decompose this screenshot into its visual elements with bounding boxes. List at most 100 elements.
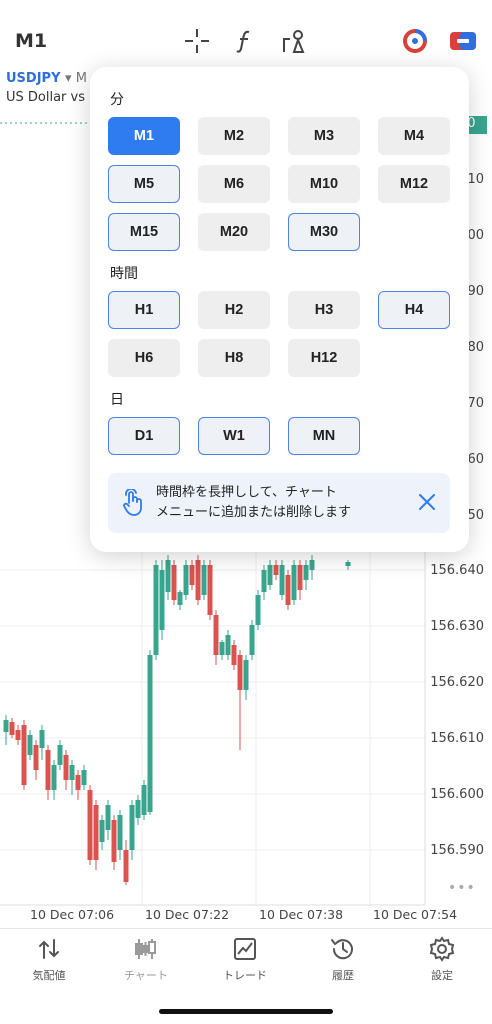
price-axis-label: 156.630 <box>430 619 484 634</box>
candle-body <box>99 820 105 842</box>
candle-body <box>135 800 141 818</box>
candle-body <box>69 765 75 780</box>
candle-body <box>225 635 231 655</box>
candle-body <box>123 850 129 882</box>
section-days-title: 日 <box>110 392 124 408</box>
timeframe-button-d1[interactable]: D1 <box>108 417 180 455</box>
candle-body <box>147 655 153 812</box>
timeframe-button-m30[interactable]: M30 <box>288 213 360 251</box>
candle-body <box>219 642 225 655</box>
timeframe-button-w1[interactable]: W1 <box>198 417 270 455</box>
candle-body <box>117 815 123 850</box>
candle-body <box>105 805 111 830</box>
timeframe-button-m10[interactable]: M10 <box>288 165 360 203</box>
timeframe-button-h1[interactable]: H1 <box>108 291 180 329</box>
candle-body <box>153 565 159 655</box>
nav-item-settings[interactable]: 設定 <box>402 935 482 983</box>
candle-body <box>243 660 249 690</box>
candle-body <box>207 565 213 615</box>
candle-body <box>279 565 285 595</box>
price-axis-label: 50 <box>467 508 484 523</box>
candle-body <box>87 790 93 860</box>
timeframe-popup: 分 M1 M2 M3 M4 M5 M6 M10 M12 M15 M20 M30 … <box>90 67 469 552</box>
timeframe-button-h2[interactable]: H2 <box>198 291 270 329</box>
candle-body <box>303 565 309 580</box>
symbol-label[interactable]: USDJPY ▾ M <box>6 71 87 86</box>
time-axis-label: 10 Dec 07:22 <box>145 907 230 922</box>
candle-body <box>39 730 45 748</box>
timeframe-button-m5[interactable]: M5 <box>108 165 180 203</box>
nav-item-quotes[interactable]: 気配値 <box>9 935 89 983</box>
timeframe-button-m20[interactable]: M20 <box>198 213 270 251</box>
candle-body <box>345 562 351 566</box>
nav-label-history: 履歴 <box>332 969 354 982</box>
price-axis-label: 80 <box>467 340 484 355</box>
candle-body <box>183 565 189 595</box>
objects-icon[interactable] <box>280 26 310 56</box>
section-minutes-title: 分 <box>110 92 124 108</box>
nav-item-chart[interactable]: チャート <box>106 935 186 983</box>
candle-body <box>195 560 201 600</box>
timeframe-button-m12[interactable]: M12 <box>378 165 450 203</box>
hint-line-1: 時間枠を長押しして、チャート <box>156 485 337 500</box>
nav-item-trade[interactable]: トレード <box>205 935 285 983</box>
candle-body <box>237 655 243 690</box>
timeframe-button-h3[interactable]: H3 <box>288 291 360 329</box>
hint-line-2: メニューに追加または削除します <box>156 505 352 520</box>
price-axis-label: 60 <box>467 452 484 467</box>
candle-body <box>21 725 27 785</box>
time-axis-label: 10 Dec 07:06 <box>30 907 115 922</box>
candle-body <box>291 565 297 600</box>
settings-icon <box>428 935 456 963</box>
timeframe-button-mn[interactable]: MN <box>288 417 360 455</box>
candle-body <box>9 722 15 735</box>
candle-body <box>273 565 279 575</box>
timeframe-button-h6[interactable]: H6 <box>108 339 180 377</box>
indicator-icon[interactable] <box>400 26 430 56</box>
candle-body <box>3 720 9 732</box>
price-axis-label: 156.640 <box>430 563 484 578</box>
timeframe-button-m6[interactable]: M6 <box>198 165 270 203</box>
candle-body <box>189 565 195 585</box>
timeframe-button-h8[interactable]: H8 <box>198 339 270 377</box>
candle-body <box>255 595 261 625</box>
symbol-suffix: ▾ M <box>65 71 87 86</box>
candle-body <box>267 565 273 585</box>
crosshair-icon[interactable] <box>182 26 212 56</box>
current-timeframe[interactable]: M1 <box>15 30 47 52</box>
candle-body <box>231 645 237 665</box>
trade-icon[interactable] <box>448 26 478 56</box>
candle-body <box>261 570 267 592</box>
candle-body <box>129 805 135 850</box>
timeframe-button-h12[interactable]: H12 <box>288 339 360 377</box>
timeframe-button-m15[interactable]: M15 <box>108 213 180 251</box>
candle-body <box>93 805 99 860</box>
hint-text: 時間枠を長押しして、チャート メニューに追加または削除します <box>156 483 406 523</box>
price-axis-label: 156.600 <box>430 787 484 802</box>
symbol-description: US Dollar vs . <box>6 90 94 105</box>
candle-body <box>15 730 21 740</box>
hint-banner: 時間枠を長押しして、チャート メニューに追加または削除します <box>108 473 450 533</box>
trade-line-icon <box>231 935 259 963</box>
candle-body <box>111 820 117 862</box>
price-axis-label: 00 <box>467 228 484 243</box>
candle-body <box>171 565 177 600</box>
nav-item-history[interactable]: 履歴 <box>303 935 383 983</box>
nav-label-quotes: 気配値 <box>32 969 66 982</box>
nav-label-trade: トレード <box>223 969 267 982</box>
timeframe-button-m4[interactable]: M4 <box>378 117 450 155</box>
candle-body <box>165 560 171 592</box>
function-icon[interactable] <box>230 26 260 56</box>
timeframe-button-m3[interactable]: M3 <box>288 117 360 155</box>
candle-body <box>285 575 291 605</box>
close-icon[interactable] <box>416 491 438 513</box>
price-axis-label: 70 <box>467 396 484 411</box>
timeframe-button-m2[interactable]: M2 <box>198 117 270 155</box>
candle-body <box>81 770 87 785</box>
candle-body <box>27 735 33 755</box>
timeframe-button-h4[interactable]: H4 <box>378 291 450 329</box>
more-icon[interactable]: ••• <box>448 880 476 896</box>
candle-body <box>33 745 39 770</box>
timeframe-button-m1[interactable]: M1 <box>108 117 180 155</box>
candle-body <box>201 565 207 595</box>
